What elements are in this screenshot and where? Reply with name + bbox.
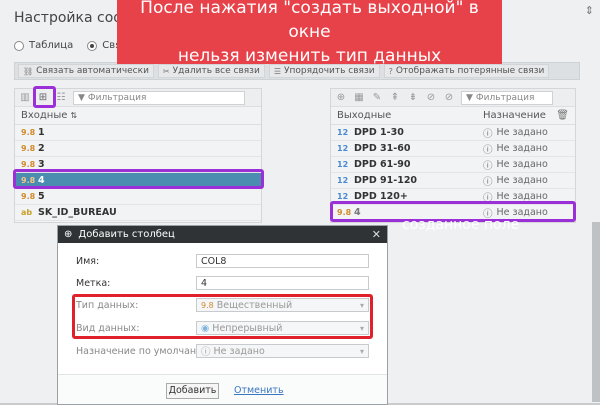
close-icon[interactable]: ✕: [372, 228, 381, 241]
delete-icon[interactable]: 🗑: [556, 110, 569, 121]
table-icon[interactable]: ▦: [353, 92, 365, 103]
inputs-filter-input[interactable]: ▼ Фильтрация: [73, 90, 245, 105]
input-name: SK_ID_BUREAU: [38, 207, 117, 218]
clear-icon[interactable]: ⊘: [443, 92, 455, 103]
output-name: DPD 91-120: [354, 175, 418, 186]
sort-icon: ⇅: [70, 111, 78, 120]
radio-selected-icon: [87, 40, 98, 51]
info-icon: ⓘ: [201, 347, 211, 358]
real-type-icon: 9.8: [21, 144, 36, 153]
annotation-banner: После нажатия "создать выходной" в окне …: [117, 0, 502, 66]
move-up-icon[interactable]: ⇞: [389, 92, 401, 103]
output-target[interactable]: ⓘ Не задано: [483, 142, 548, 156]
name-value: COL8: [201, 255, 227, 267]
info-icon: ⓘ: [483, 176, 493, 188]
integer-type-icon: 12: [337, 128, 349, 137]
disable-icon[interactable]: ⊘: [425, 92, 437, 103]
mark-field[interactable]: 4: [196, 276, 369, 290]
dialog-footer: Добавить Отменить: [58, 374, 387, 404]
add-column-dialog: ⊕ Добавить столбец ✕ Имя: COL8 Метка: 4 …: [57, 225, 388, 405]
real-type-icon: 9.8: [21, 128, 36, 137]
column-label: Входные: [21, 110, 68, 121]
outputs-filter-input[interactable]: ▼ Фильтрация: [461, 90, 553, 105]
outputs-tools: ⊕ ▦ ✎ ⇞ ⇟ ⊘ ⊘ ▼ Фильтрация: [331, 89, 575, 107]
add-icon[interactable]: ▥: [19, 92, 31, 103]
view-option-table[interactable]: Таблица: [14, 40, 73, 51]
filter-placeholder: Фильтрация: [87, 92, 147, 103]
view-option-label: Таблица: [29, 40, 74, 51]
move-down-icon[interactable]: ⇟: [407, 92, 419, 103]
highlight-type-fields: [72, 294, 373, 339]
output-name: DPD 1-30: [354, 127, 404, 138]
mark-value: 4: [201, 277, 208, 289]
output-row[interactable]: 12 DPD 31-60 ⓘ Не задано: [331, 141, 575, 157]
info-icon: ⓘ: [483, 128, 493, 140]
name-label: Имя:: [76, 256, 100, 267]
default-value: Не задано: [213, 345, 265, 357]
input-row[interactable]: 9.8 1: [15, 125, 261, 141]
window-resize-icon[interactable]: ⇕: [585, 4, 594, 17]
radio-icon: [14, 40, 24, 51]
chevron-down-icon: ▾: [359, 346, 364, 356]
edit-icon[interactable]: ✎: [371, 92, 383, 103]
output-row[interactable]: 12 DPD 1-30 ⓘ Не задано: [331, 125, 575, 141]
real-type-icon: 9.8: [21, 160, 36, 169]
input-row[interactable]: 9.8 5: [15, 189, 261, 205]
column-label-output[interactable]: Выходные: [337, 110, 391, 121]
inputs-column-header[interactable]: Входные ⇅: [15, 107, 261, 125]
integer-type-icon: 12: [337, 144, 349, 153]
default-label: Назначение по умолчанию:: [76, 346, 214, 357]
filter-icon: ▼: [466, 92, 473, 103]
output-row[interactable]: 12 DPD 91-120 ⓘ Не задано: [331, 173, 575, 189]
target-value: Не задано: [496, 175, 548, 186]
mark-label: Метка:: [76, 278, 111, 289]
dialog-header: ⊕ Добавить столбец ✕: [58, 226, 387, 243]
add-button[interactable]: Добавить: [166, 383, 219, 399]
string-type-icon: ab: [21, 208, 33, 217]
columns-icon[interactable]: ☷: [55, 92, 67, 103]
input-name: 5: [38, 191, 45, 202]
output-name: DPD 61-90: [354, 159, 411, 170]
inputs-panel: ▥ ⊞ ☷ ▼ Фильтрация Входные ⇅ 9.8 1 9.8 2…: [14, 88, 262, 223]
input-row[interactable]: ab SK_ID_BUREAU: [15, 205, 261, 221]
integer-type-icon: 12: [337, 160, 349, 169]
integer-type-icon: 12: [337, 176, 349, 185]
input-name: 2: [38, 143, 45, 154]
view-options: Таблица Свя: [14, 40, 121, 51]
output-target[interactable]: ⓘ Не задано: [483, 174, 548, 188]
output-target[interactable]: ⓘ Не задано: [483, 126, 548, 140]
outputs-column-header: Выходные Назначение 🗑: [331, 107, 575, 125]
input-row[interactable]: 9.8 2: [15, 141, 261, 157]
scrollbar[interactable]: [592, 222, 600, 402]
default-target-select[interactable]: ⓘ Не задано ▾: [196, 344, 369, 358]
name-field[interactable]: COL8: [196, 254, 369, 268]
link-icon: ⛓: [23, 66, 34, 76]
banner-line: После нажатия "создать выходной" в окне: [140, 0, 479, 42]
dialog-title: Добавить столбец: [78, 229, 175, 240]
target-value: Не задано: [496, 127, 548, 138]
filter-placeholder: Фильтрация: [475, 92, 535, 103]
column-label-target[interactable]: Назначение: [483, 110, 546, 121]
output-name: DPD 31-60: [354, 143, 411, 154]
banner-line: нельзя изменить тип данных: [177, 46, 442, 66]
filter-icon: ▼: [78, 92, 85, 103]
annotation-callout: созданное поле: [402, 217, 520, 233]
highlight-create-output: [33, 86, 56, 108]
output-row[interactable]: 12 DPD 61-90 ⓘ Не задано: [331, 157, 575, 173]
integer-type-icon: 12: [337, 192, 349, 201]
input-name: 1: [38, 127, 45, 138]
info-icon: ⓘ: [483, 144, 493, 156]
output-target[interactable]: ⓘ Не задано: [483, 158, 548, 172]
add-output-icon[interactable]: ⊕: [335, 92, 347, 103]
info-icon: ⓘ: [483, 160, 493, 172]
target-value: Не задано: [496, 143, 548, 154]
add-icon: ⊕: [64, 229, 73, 240]
target-value: Не задано: [496, 159, 548, 170]
highlight-selected-input: [13, 169, 264, 189]
real-type-icon: 9.8: [21, 192, 36, 201]
cancel-button[interactable]: Отменить: [234, 385, 284, 396]
